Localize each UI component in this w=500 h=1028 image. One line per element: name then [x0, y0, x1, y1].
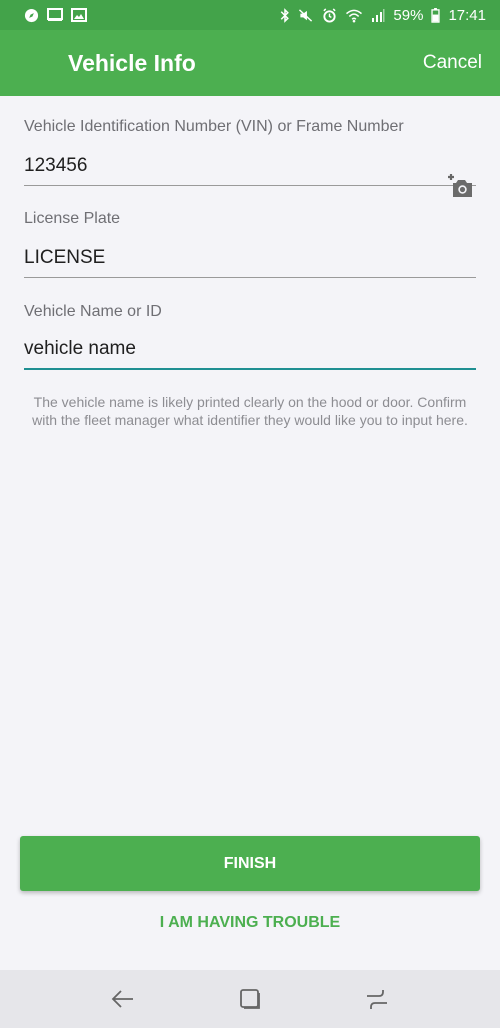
bluetooth-icon	[280, 7, 290, 23]
alarm-icon	[322, 7, 337, 23]
image-icon	[71, 8, 87, 22]
vin-input[interactable]	[24, 146, 476, 186]
cancel-button[interactable]: Cancel	[423, 52, 482, 74]
status-right-icons: 59% 17:41	[280, 7, 486, 24]
back-icon[interactable]	[103, 979, 143, 1019]
vin-label: Vehicle Identification Number (VIN) or F…	[24, 118, 404, 135]
app-bar: Vehicle Info Cancel	[0, 30, 500, 96]
having-trouble-button[interactable]: I AM HAVING TROUBLE	[0, 908, 500, 938]
vehicle-name-field: Vehicle Name or ID	[24, 302, 476, 370]
vehicle-info-screen: 59% 17:41 Vehicle Info Cancel Vehicle Id…	[0, 0, 500, 1028]
page-title: Vehicle Info	[68, 49, 196, 76]
finish-button[interactable]: FINISH	[20, 836, 480, 891]
clock: 17:41	[448, 6, 486, 24]
navigation-bar	[0, 970, 500, 1028]
compass-icon	[24, 8, 39, 23]
vehicle-name-input[interactable]	[24, 330, 476, 370]
vehicle-name-hint: The vehicle name is likely printed clear…	[32, 394, 468, 428]
vehicle-name-label: Vehicle Name or ID	[24, 303, 162, 320]
recents-icon[interactable]	[357, 979, 397, 1019]
screen-icon	[47, 8, 63, 22]
home-icon[interactable]	[230, 979, 270, 1019]
mute-icon	[298, 8, 314, 23]
license-label: License Plate	[24, 210, 121, 227]
battery-percent: 59%	[393, 6, 424, 24]
vin-field: Vehicle Identification Number (VIN) or F…	[24, 117, 476, 197]
status-bar: 59% 17:41	[0, 0, 500, 30]
add-photo-icon[interactable]	[446, 171, 476, 201]
vehicle-form: Vehicle Identification Number (VIN) or F…	[24, 96, 476, 429]
battery-icon	[431, 7, 441, 23]
wifi-icon	[345, 8, 363, 23]
license-field: License Plate	[24, 209, 476, 278]
status-left-icons	[24, 8, 87, 23]
signal-icon	[371, 8, 385, 22]
license-plate-input[interactable]	[24, 238, 476, 278]
